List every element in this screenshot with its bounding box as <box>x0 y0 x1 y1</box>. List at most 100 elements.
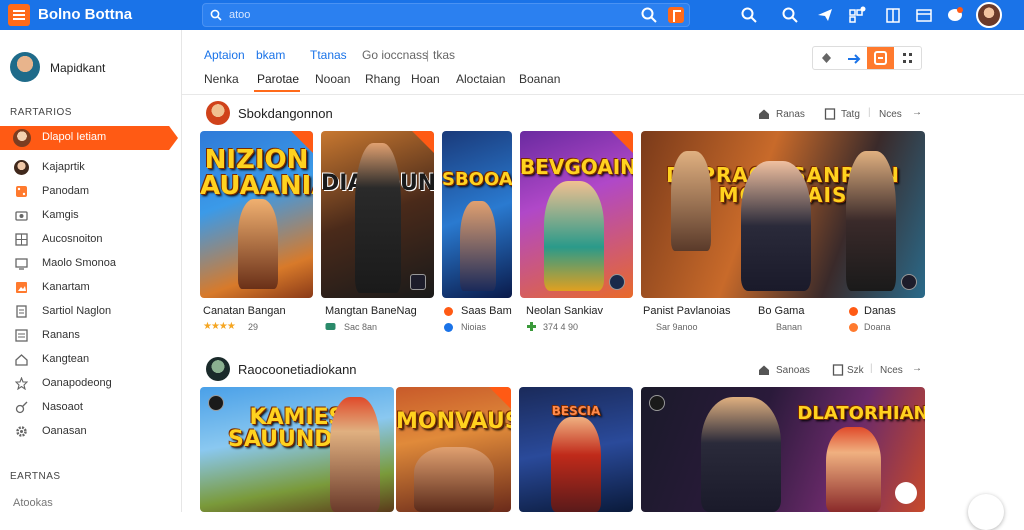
sidebar-item-0[interactable]: Dlapol Ietiam <box>0 126 178 150</box>
card-subtitle: Banan <box>776 322 803 332</box>
camera-icon <box>15 211 28 221</box>
sidebar-item-2[interactable]: Panodam <box>0 180 178 204</box>
platform-badge-icon <box>410 274 426 290</box>
app-logo-icon[interactable] <box>8 4 30 26</box>
grid-view-icon[interactable] <box>894 47 921 69</box>
sidebar-item-label: Sartiol Naglon <box>42 305 112 317</box>
sidebar-item-4[interactable]: Aucosnoiton <box>0 228 178 252</box>
arrow-right-icon[interactable]: → <box>912 107 922 118</box>
chat-icon[interactable] <box>946 6 964 24</box>
sidebar-item-3[interactable]: Kamgis <box>0 204 178 228</box>
book-icon[interactable] <box>884 6 902 24</box>
game-card-featured[interactable]: DAPRAOK SANRAIN MONOLAIS <box>641 131 925 298</box>
section-avatar[interactable] <box>206 101 230 125</box>
card-title[interactable]: Panist Pavlanoias <box>643 305 730 317</box>
sidebar-item-11[interactable]: Nasoaot <box>0 396 178 420</box>
character-art <box>671 151 711 251</box>
card-subtitle: Sac 8an <box>344 322 378 332</box>
breadcrumb-item[interactable]: bkam <box>256 48 285 62</box>
sidebar-item-12[interactable]: Oanasan <box>0 420 178 444</box>
tab-0[interactable]: Nenka <box>204 72 239 86</box>
expand-icon[interactable] <box>895 482 917 504</box>
game-card[interactable]: MONVAUS <box>396 387 511 512</box>
sidebar-item-1[interactable]: Kajaprtik <box>0 156 178 180</box>
section-action[interactable]: Szk <box>847 365 864 376</box>
user-avatar-icon <box>13 129 31 147</box>
card-art-title: NIZION AUAANIAN <box>200 145 313 201</box>
breadcrumb-item[interactable]: Ttanas <box>310 48 347 62</box>
tab-2[interactable]: Nooan <box>315 72 350 86</box>
profile-avatar[interactable] <box>976 2 1002 28</box>
user-avatar-icon <box>14 160 29 175</box>
app-title: Bolno Bottna <box>38 6 133 23</box>
sidebar-item-label: Nasoaot <box>42 401 83 413</box>
section-action[interactable]: Tatg <box>841 109 860 120</box>
game-card[interactable]: SBOOAOD <box>442 131 512 298</box>
filter-button[interactable] <box>668 7 684 23</box>
character-art <box>460 201 496 291</box>
section-action[interactable]: Ranas <box>776 109 805 120</box>
game-card[interactable]: BEVGOAIN <box>520 131 633 298</box>
tab-5[interactable]: Aloctaian <box>456 72 505 86</box>
list-view-icon[interactable] <box>867 47 894 69</box>
game-card[interactable]: NIZION AUAANIAN <box>200 131 313 298</box>
status-dot <box>849 323 858 332</box>
sidebar-item-9[interactable]: Kangtean <box>0 348 178 372</box>
search-icon[interactable] <box>740 6 758 24</box>
section-action[interactable]: Nces <box>880 365 903 376</box>
arrow-right-icon[interactable]: → <box>912 363 922 374</box>
zoom-icon[interactable] <box>781 6 799 24</box>
sidebar-item-8[interactable]: Ranans <box>0 324 178 348</box>
search-icon[interactable] <box>640 6 658 24</box>
section-title[interactable]: Raocoonetiadiokann <box>238 362 357 377</box>
puzzle-icon <box>527 322 536 331</box>
sidebar-footer-item[interactable]: Atookas <box>0 492 178 516</box>
game-card-featured[interactable]: DLATORHIAN <box>641 387 925 512</box>
card-title[interactable]: Canatan Bangan <box>203 305 286 317</box>
status-dot <box>444 323 453 332</box>
card-title[interactable]: Bo Gama <box>758 305 804 317</box>
window-icon[interactable] <box>915 6 933 24</box>
sidebar-item-10[interactable]: Oanapodeong <box>0 372 178 396</box>
card-art-title: BESCIA <box>551 404 601 418</box>
character-art <box>330 397 380 512</box>
sidebar-item-5[interactable]: Maolo Smonoa <box>0 252 178 276</box>
grid-icon[interactable] <box>848 6 866 24</box>
section-action[interactable]: Nces <box>879 109 902 120</box>
sidebar-item-7[interactable]: Sartiol Naglon <box>0 300 178 324</box>
card-subtitle: Nioias <box>461 322 487 332</box>
pin-icon[interactable] <box>840 47 867 69</box>
breadcrumb-item[interactable]: Go ioccnass <box>362 48 428 62</box>
tab-4[interactable]: Hoan <box>411 72 440 86</box>
tab-1[interactable]: Parotae <box>257 72 299 86</box>
status-dot <box>849 307 858 316</box>
card-title[interactable]: Saas Bam <box>461 305 512 317</box>
search-box[interactable] <box>202 3 690 27</box>
tab-6[interactable]: Boanan <box>519 72 560 86</box>
section-title[interactable]: Sbokdangonnon <box>238 106 333 121</box>
user-name[interactable]: Mapidkant <box>50 61 105 75</box>
sidebar-item-6[interactable]: Kanartam <box>0 276 178 300</box>
home-icon <box>15 354 28 366</box>
game-card[interactable]: BESCIA <box>519 387 633 512</box>
tab-3[interactable]: Rhang <box>365 72 400 86</box>
search-input[interactable] <box>229 7 629 23</box>
diamond-icon[interactable] <box>813 47 840 69</box>
breadcrumb-item[interactable]: tkas <box>433 48 455 62</box>
card-title[interactable]: Mangtan BaneNag <box>325 305 417 317</box>
play-badge-icon <box>609 274 625 290</box>
user-avatar[interactable] <box>10 52 40 82</box>
breadcrumb-item[interactable]: Aptaion <box>204 48 245 62</box>
character-art <box>355 143 401 293</box>
pen-icon <box>15 401 28 414</box>
card-subtitle: Doana <box>864 322 891 332</box>
card-title[interactable]: Danas <box>864 305 896 317</box>
game-card[interactable]: KAMIES SAUUNDEN <box>200 387 394 512</box>
send-icon[interactable] <box>816 6 834 24</box>
floating-action-button[interactable] <box>968 494 1004 530</box>
game-card[interactable]: DIABOUN <box>321 131 434 298</box>
card-title[interactable]: Neolan Sankiav <box>526 305 603 317</box>
card-art-title: BEVGOAIN <box>520 155 633 179</box>
section-avatar[interactable] <box>206 357 230 381</box>
section-action[interactable]: Sanoas <box>776 365 810 376</box>
